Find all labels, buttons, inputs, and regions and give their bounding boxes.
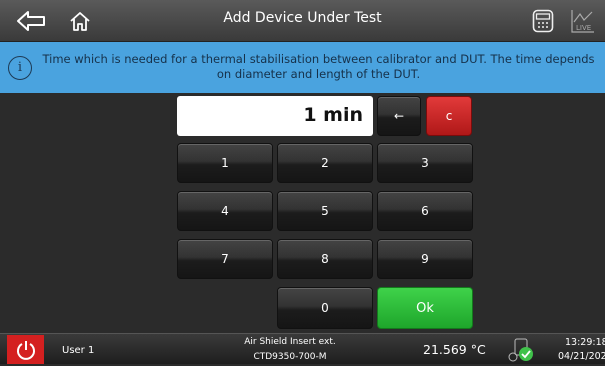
key-5[interactable]: 5: [277, 191, 373, 231]
info-banner: i Time which is needed for a thermal sta…: [0, 42, 605, 93]
key-3[interactable]: 3: [377, 143, 473, 183]
key-7[interactable]: 7: [177, 239, 273, 279]
key-2-label: 2: [321, 156, 329, 170]
key-9[interactable]: 9: [377, 239, 473, 279]
clear-button[interactable]: c: [426, 96, 472, 136]
key-2[interactable]: 2: [277, 143, 373, 183]
backspace-label: ←: [393, 109, 405, 123]
ok-button[interactable]: Ok: [377, 287, 473, 329]
power-icon[interactable]: [7, 335, 44, 364]
live-chart-icon[interactable]: LIVE: [568, 6, 598, 36]
calculator-icon[interactable]: [528, 6, 558, 36]
info-icon: i: [8, 56, 32, 80]
top-bar: Add Device Under Test LIVE: [0, 0, 605, 42]
key-0-label: 0: [321, 301, 329, 315]
key-7-label: 7: [221, 252, 229, 266]
live-label: LIVE: [576, 24, 591, 32]
key-6-label: 6: [421, 204, 429, 218]
backspace-button[interactable]: ←: [377, 96, 421, 136]
key-6[interactable]: 6: [377, 191, 473, 231]
key-5-label: 5: [321, 204, 329, 218]
key-0[interactable]: 0: [277, 287, 373, 329]
key-8-label: 8: [321, 252, 329, 266]
device-name: Air Shield Insert ext.: [244, 337, 336, 347]
key-8[interactable]: 8: [277, 239, 373, 279]
key-1[interactable]: 1: [177, 143, 273, 183]
value-text: 1 min: [303, 104, 363, 126]
key-1-label: 1: [221, 156, 229, 170]
user-label: User 1: [62, 345, 95, 356]
info-message: Time which is needed for a thermal stabi…: [42, 52, 595, 81]
ok-label: Ok: [416, 300, 434, 316]
clock-time: 13:29:18: [565, 337, 605, 348]
value-display: 1 min: [177, 96, 373, 136]
device-model: CTD9350-700-M: [253, 352, 327, 362]
key-3-label: 3: [421, 156, 429, 170]
page-title: Add Device Under Test: [223, 10, 382, 26]
status-bar: User 1 Air Shield Insert ext. CTD9350-70…: [0, 333, 605, 364]
key-9-label: 9: [421, 252, 429, 266]
clock-date: 04/21/202: [558, 351, 605, 362]
check-status-icon: [507, 338, 535, 362]
temperature-readout: 21.569 °C: [423, 342, 486, 357]
key-4[interactable]: 4: [177, 191, 273, 231]
key-4-label: 4: [221, 204, 229, 218]
clear-label: c: [445, 109, 453, 123]
